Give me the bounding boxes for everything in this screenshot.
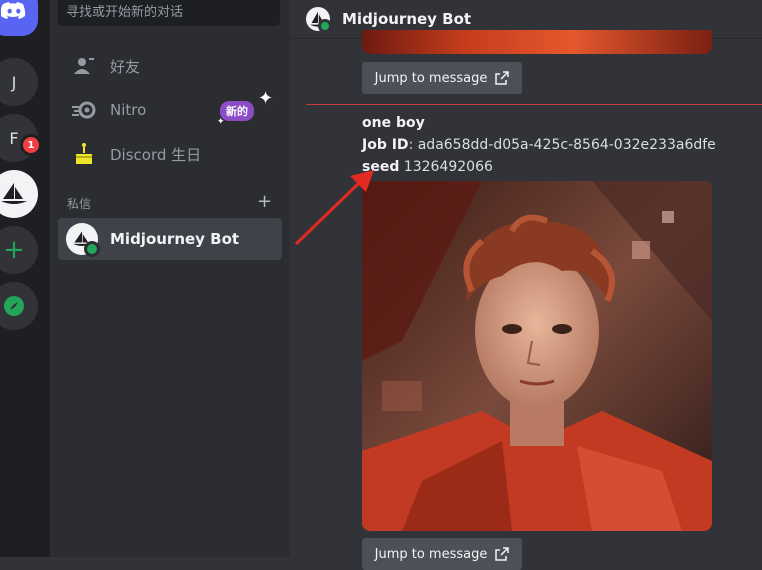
server-rail: J F 1 + [0,0,50,557]
chat-area: Midjourney Bot Jump to message one boy J… [290,0,762,570]
jump-label: Jump to message [374,70,488,86]
new-messages-divider [306,104,762,105]
header-avatar [306,7,332,33]
discord-logo-icon [1,2,26,19]
midjourney-boat-icon [1,183,27,204]
chat-title: Midjourney Bot [342,10,472,28]
guild-midjourney[interactable] [0,170,38,218]
seed-label: seed [362,159,400,175]
sparkle-small-icon: ✦ [217,117,225,127]
dm-item-label: Midjourney Bot [110,230,240,248]
add-server-button[interactable]: + [0,226,38,274]
compass-icon [4,296,24,316]
boy-portrait-image [362,181,712,531]
job-id-value: : ada658dd-d05a-425c-8564-032e233a6dfe [408,137,716,153]
external-link-icon [495,71,510,85]
nitro-new-badge: 新的 [220,101,254,121]
previous-image-attachment[interactable] [362,30,712,54]
prompt-text: one boy [362,115,425,131]
dm-sidebar: 寻找或开始新的对话 好友 Nitro 新的 ✦ ✦ Discord 生日 私信 … [50,0,290,557]
unread-badge: 1 [20,134,42,156]
seed-value: 1326492066 [399,159,493,175]
plus-icon: + [3,235,25,265]
friends-icon [68,50,100,82]
job-id-label: Job ID [362,137,409,153]
nav-friends[interactable]: 好友 [58,45,282,87]
guild-j[interactable]: J [0,58,38,106]
nav-nitro-label: Nitro [110,101,147,119]
search-input[interactable]: 寻找或开始新的对话 [58,0,280,26]
guild-f-label: F [9,128,19,148]
online-status-icon [318,19,332,33]
nav-friends-label: 好友 [110,57,141,76]
dm-item-midjourney-bot[interactable]: Midjourney Bot [58,218,282,260]
jump-label-2: Jump to message [374,546,488,562]
external-link-icon [495,547,510,561]
discord-home-button[interactable] [0,0,38,36]
jump-to-message-button-2[interactable]: Jump to message [362,538,522,570]
dm-section-title: 私信 [67,197,92,211]
job-id-line: Job ID: ada658dd-d05a-425c-8564-032e233a… [362,137,716,153]
nav-birthday-label: Discord 生日 [110,145,202,164]
prompt-line: one boy [362,115,425,131]
cake-icon [68,138,100,170]
guild-f[interactable]: F 1 [0,114,42,162]
online-status-icon [84,241,100,257]
guild-j-label: J [11,72,17,92]
seed-line: seed 1326492066 [362,159,493,175]
explore-servers-button[interactable] [0,282,38,330]
generated-image-attachment[interactable] [362,181,712,531]
sparkle-icon: ✦ [258,88,274,109]
nav-discord-birthday[interactable]: Discord 生日 [58,133,282,175]
create-dm-button[interactable]: + [257,191,272,212]
nitro-icon [68,94,100,126]
jump-to-message-button[interactable]: Jump to message [362,62,522,94]
avatar [66,223,100,257]
